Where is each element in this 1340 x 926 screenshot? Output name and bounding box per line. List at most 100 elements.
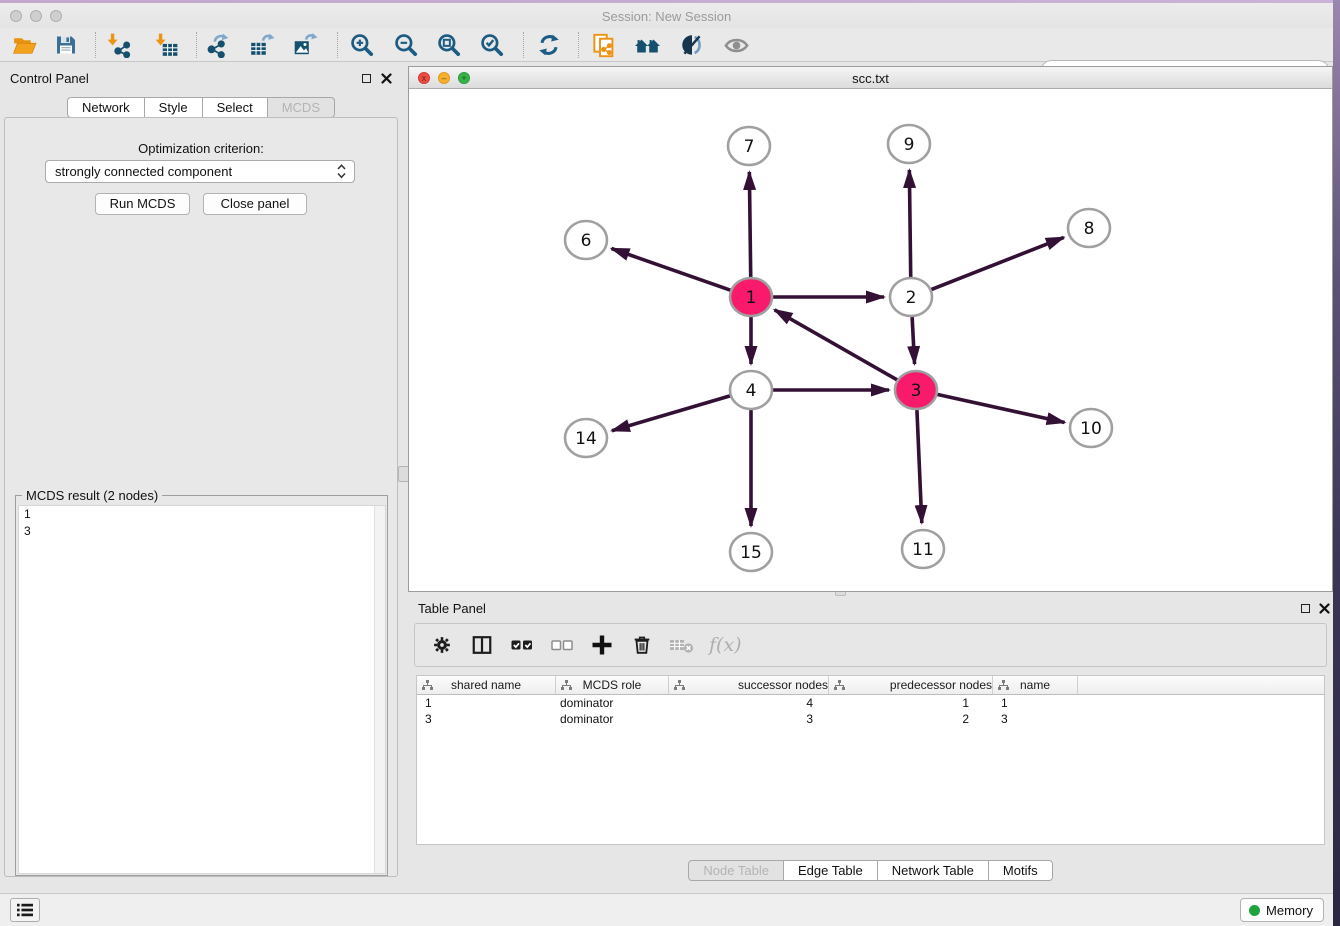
table-cell: 3: [993, 711, 1078, 727]
close-panel-icon[interactable]: [381, 73, 392, 84]
graph-node-label: 7: [744, 137, 755, 157]
column-header-successor-nodes[interactable]: successor nodes: [669, 676, 829, 694]
graph-node-label: 2: [906, 288, 917, 308]
close-panel-icon[interactable]: [1319, 603, 1330, 614]
tab-network-table[interactable]: Network Table: [878, 860, 989, 881]
table-panel-titlebar: Table Panel: [408, 596, 1333, 620]
deselect-all-icon[interactable]: [549, 632, 575, 658]
tab-edge-table[interactable]: Edge Table: [784, 860, 878, 881]
column-header-label: shared name: [451, 678, 521, 692]
node-table[interactable]: shared name MCDS role successor nodes prede…: [416, 675, 1325, 845]
tab-motifs[interactable]: Motifs: [989, 860, 1053, 881]
table-toolbar: f(x): [414, 623, 1327, 667]
clone-network-icon[interactable]: [590, 31, 618, 59]
tab-node-table[interactable]: Node Table: [688, 860, 784, 881]
apply-layout-icon[interactable]: [634, 31, 662, 59]
memory-label: Memory: [1266, 903, 1313, 918]
table-header-row: shared name MCDS role successor nodes prede…: [417, 676, 1324, 695]
graph-edge-2-3[interactable]: [912, 317, 914, 364]
table-cell: 1: [829, 695, 993, 711]
close-panel-button[interactable]: Close panel: [203, 193, 307, 215]
column-visibility-icon[interactable]: [469, 632, 495, 658]
graph-node-label: 15: [740, 543, 762, 563]
column-header-label: name: [1020, 678, 1050, 692]
table-cell: 4: [669, 695, 829, 711]
table-row[interactable]: 1dominator411: [417, 695, 1324, 711]
graph-edge-1-7[interactable]: [749, 172, 750, 277]
graph-edge-3-10[interactable]: [937, 394, 1065, 422]
float-panel-icon[interactable]: [362, 74, 371, 83]
graph-edge-3-11[interactable]: [917, 410, 922, 523]
table-cell: 2: [829, 711, 993, 727]
network-canvas[interactable]: 1234678910111415: [409, 89, 1332, 591]
export-image-icon[interactable]: [291, 31, 319, 59]
show-hide-panel-icon[interactable]: [722, 31, 750, 59]
column-header-MCDS-role[interactable]: MCDS role: [556, 676, 669, 694]
table-cell: 3: [669, 711, 829, 727]
memory-button[interactable]: Memory: [1240, 898, 1324, 922]
zoom-out-icon[interactable]: [392, 31, 420, 59]
graph-edge-3-1[interactable]: [775, 310, 898, 380]
delete-table-icon[interactable]: [669, 632, 695, 658]
table-cell: dominator: [556, 695, 669, 711]
result-scrollbar[interactable]: [374, 506, 385, 873]
open-session-icon[interactable]: [10, 31, 38, 59]
table-settings-icon[interactable]: [429, 632, 455, 658]
toolbar-separator: [196, 32, 197, 58]
tab-select[interactable]: Select: [203, 97, 268, 118]
table-cell: 1: [993, 695, 1078, 711]
add-column-icon[interactable]: [589, 632, 615, 658]
column-header-shared-name[interactable]: shared name: [417, 676, 556, 694]
column-header-label: MCDS role: [583, 678, 642, 692]
graph-edge-4-14[interactable]: [612, 396, 731, 431]
float-panel-icon[interactable]: [1301, 604, 1310, 613]
column-header-name[interactable]: name: [993, 676, 1078, 694]
network-window: x – + scc.txt 1234678910111415: [408, 66, 1333, 592]
task-history-button[interactable]: [10, 898, 40, 922]
toolbar-separator: [337, 32, 338, 58]
zoom-in-icon[interactable]: [348, 31, 376, 59]
export-network-icon[interactable]: [204, 31, 232, 59]
window-titlebar: Session: New Session: [0, 3, 1333, 28]
tab-mcds[interactable]: MCDS: [268, 97, 335, 118]
graph-node-label: 3: [911, 381, 922, 401]
save-session-icon[interactable]: [52, 31, 80, 59]
control-panel-title: Control Panel: [10, 71, 89, 86]
delete-column-icon[interactable]: [629, 632, 655, 658]
optimization-criterion-select[interactable]: strongly connected component: [45, 160, 355, 183]
dropdown-stepper-icon: [337, 164, 346, 179]
mcds-result-list[interactable]: 13: [18, 505, 386, 874]
graph-node-label: 1: [746, 288, 757, 308]
network-graph[interactable]: 1234678910111415: [409, 89, 1332, 591]
export-table-icon[interactable]: [248, 31, 276, 59]
graph-node-label: 10: [1080, 419, 1102, 439]
apply-function-icon: f(x): [709, 634, 742, 656]
zoom-selected-icon[interactable]: [478, 31, 506, 59]
status-bar: Memory: [0, 893, 1333, 926]
memory-status-dot: [1249, 905, 1260, 916]
toolbar-separator: [95, 32, 96, 58]
graph-edge-2-8[interactable]: [931, 237, 1064, 289]
graph-edge-1-6[interactable]: [612, 248, 732, 290]
select-all-icon[interactable]: [509, 632, 535, 658]
table-row[interactable]: 3dominator323: [417, 711, 1324, 727]
tab-network[interactable]: Network: [67, 97, 145, 118]
zoom-fit-icon[interactable]: [435, 31, 463, 59]
refresh-view-icon[interactable]: [535, 31, 563, 59]
import-table-icon[interactable]: [152, 31, 180, 59]
tab-style[interactable]: Style: [145, 97, 203, 118]
mcds-result-node: 3: [19, 523, 385, 540]
run-mcds-button[interactable]: Run MCDS: [95, 193, 190, 215]
optimization-criterion-label: Optimization criterion:: [5, 141, 397, 156]
mcds-result-node: 1: [19, 506, 385, 523]
network-window-title: scc.txt: [409, 71, 1332, 86]
import-network-icon[interactable]: [104, 31, 132, 59]
table-panel-title: Table Panel: [418, 601, 486, 616]
graph-edge-2-9[interactable]: [909, 170, 910, 277]
column-header-label: predecessor nodes: [890, 678, 992, 692]
toggle-details-icon[interactable]: [678, 31, 706, 59]
graph-node-label: 14: [575, 429, 597, 449]
column-header-predecessor-nodes[interactable]: predecessor nodes: [829, 676, 993, 694]
graph-node-label: 6: [581, 231, 592, 251]
network-window-titlebar: x – + scc.txt: [409, 67, 1332, 89]
